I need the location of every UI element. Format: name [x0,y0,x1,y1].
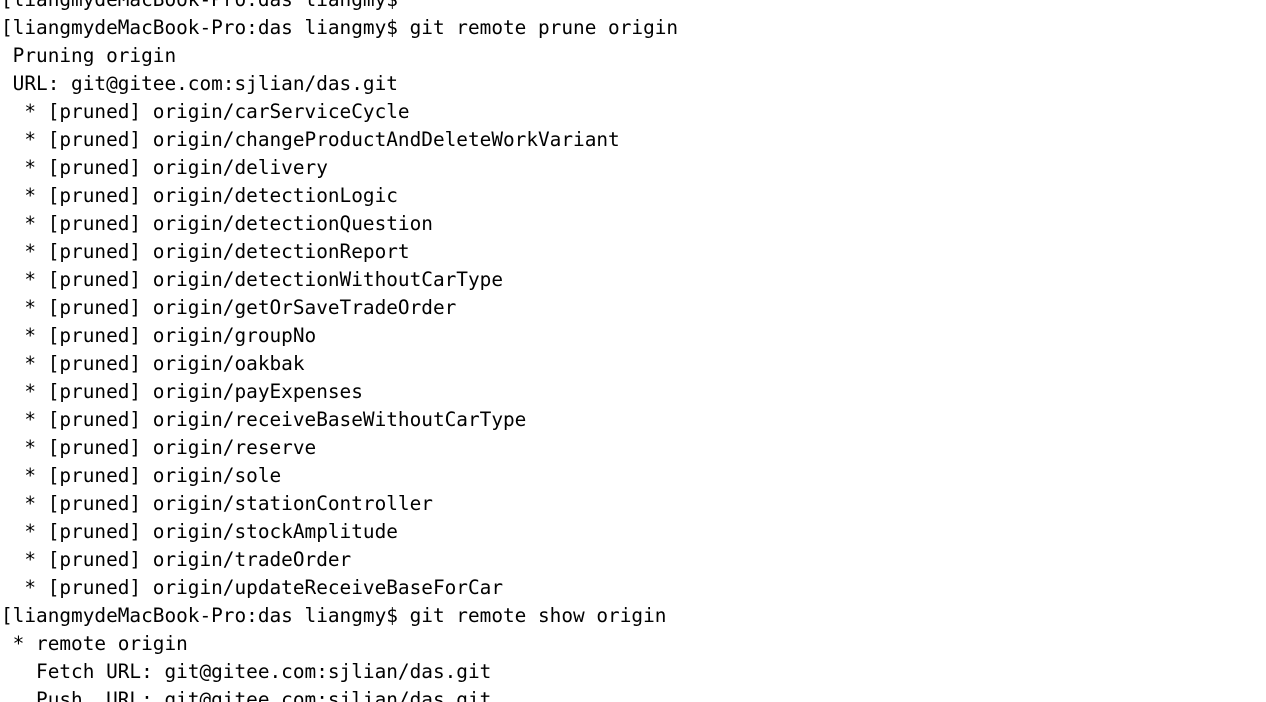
terminal-line: * [pruned] origin/tradeOrder [1,548,352,571]
terminal-line: * [pruned] origin/delivery [1,156,328,179]
terminal-line: * [pruned] origin/receiveBaseWithoutCarT… [1,408,527,431]
terminal-line: * [pruned] origin/detectionLogic [1,184,398,207]
terminal-line: * [pruned] origin/changeProductAndDelete… [1,128,620,151]
terminal-line: * [pruned] origin/groupNo [1,324,317,347]
terminal-line: * [pruned] origin/oakbak [1,352,305,375]
terminal-line: [liangmydeMacBook-Pro:das liangmy$ git r… [1,16,679,39]
terminal-line: * [pruned] origin/getOrSaveTradeOrder [1,296,457,319]
terminal-line: * [pruned] origin/stockAmplitude [1,520,398,543]
terminal-line: * [pruned] origin/detectionQuestion [1,212,433,235]
terminal-line: * [pruned] origin/sole [1,464,282,487]
terminal-line: * [pruned] origin/detectionReport [1,240,410,263]
terminal-output-area[interactable]: [liangmydeMacBook-Pro:das liangmy$ [lian… [0,0,1266,702]
terminal-line: * [pruned] origin/stationController [1,492,433,515]
terminal-line: * [pruned] origin/detectionWithoutCarTyp… [1,268,503,291]
terminal-line: * [pruned] origin/carServiceCycle [1,100,410,123]
terminal-line: * remote origin [1,632,188,655]
terminal-line: [liangmydeMacBook-Pro:das liangmy$ [0,0,1266,14]
terminal-line: * [pruned] origin/updateReceiveBaseForCa… [1,576,503,599]
terminal-line: Push URL: git@gitee.com:sjlian/das.git [1,688,492,702]
terminal-line: Fetch URL: git@gitee.com:sjlian/das.git [1,660,492,683]
terminal-line: URL: git@gitee.com:sjlian/das.git [1,72,398,95]
terminal-line: Pruning origin [1,44,177,67]
terminal-line: * [pruned] origin/payExpenses [1,380,363,403]
terminal-line: [liangmydeMacBook-Pro:das liangmy$ git r… [1,604,667,627]
terminal-window[interactable]: [liangmydeMacBook-Pro:das liangmy$ [lian… [0,0,1266,702]
terminal-line: * [pruned] origin/reserve [1,436,317,459]
